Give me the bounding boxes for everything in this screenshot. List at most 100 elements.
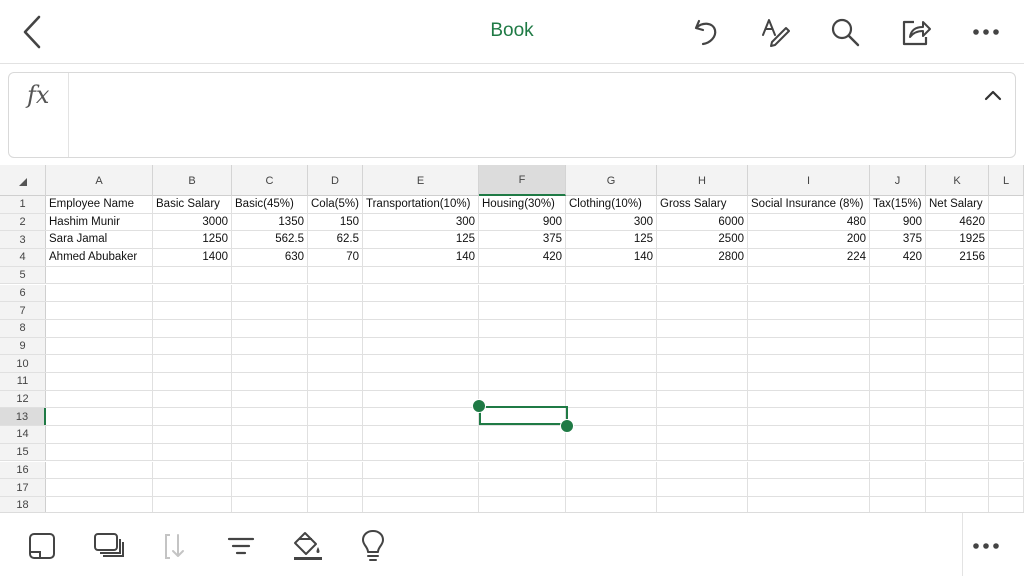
grid-cell[interactable]: 562.5 [232, 231, 308, 249]
grid-cell[interactable] [232, 479, 308, 496]
spreadsheet-grid[interactable]: ABCDEFGHIJKL 1 Employee Name Basic Salary B… [0, 165, 1024, 512]
grid-cell[interactable]: 70 [308, 249, 363, 266]
grid-cell[interactable] [657, 408, 748, 426]
grid-cell[interactable] [308, 355, 363, 372]
grid-cell[interactable]: Hashim Munir [46, 213, 153, 231]
grid-cell[interactable] [566, 461, 657, 479]
grid-cell[interactable] [989, 266, 1024, 284]
grid-cell[interactable] [308, 426, 363, 443]
grid-cell[interactable] [657, 390, 748, 408]
grid-cell[interactable] [989, 443, 1024, 461]
grid-cell[interactable] [870, 355, 926, 372]
grid-cell[interactable] [566, 443, 657, 461]
row-header[interactable]: 9 [0, 337, 46, 355]
back-icon[interactable] [14, 12, 50, 52]
grid-cell[interactable]: 375 [479, 231, 566, 249]
grid-cell[interactable] [479, 266, 566, 284]
grid-cell[interactable] [46, 408, 153, 426]
grid-cell[interactable] [308, 408, 363, 426]
grid-cell[interactable] [657, 266, 748, 284]
grid-cell[interactable]: 1250 [153, 231, 232, 249]
grid-cell[interactable]: Clothing(10%) [566, 196, 657, 213]
grid-cell[interactable] [479, 443, 566, 461]
column-header-e[interactable]: E [363, 165, 479, 196]
grid-cell[interactable] [989, 390, 1024, 408]
grid-cell[interactable]: 420 [870, 249, 926, 266]
grid-cell[interactable] [870, 479, 926, 496]
grid-cell[interactable] [153, 461, 232, 479]
grid-cell[interactable] [870, 284, 926, 302]
grid-cell[interactable] [926, 337, 989, 355]
grid-cell[interactable] [232, 337, 308, 355]
grid-cell[interactable] [479, 390, 566, 408]
grid-cell[interactable] [363, 373, 479, 390]
grid-cell[interactable] [926, 408, 989, 426]
text-edit-icon[interactable] [755, 12, 795, 52]
grid-cell[interactable]: Gross Salary [657, 196, 748, 213]
grid-cell[interactable] [926, 302, 989, 319]
grid-cell[interactable] [363, 390, 479, 408]
selection-handle-bottom-right[interactable] [560, 419, 574, 433]
grid-cell[interactable] [926, 319, 989, 337]
grid-cell[interactable] [989, 284, 1024, 302]
grid-cell[interactable] [153, 302, 232, 319]
grid-cell[interactable] [46, 426, 153, 443]
grid-cell[interactable] [870, 426, 926, 443]
grid-cell[interactable]: 200 [748, 231, 870, 249]
grid-cell[interactable]: Basic Salary [153, 196, 232, 213]
sheets-stack-icon[interactable] [89, 526, 129, 566]
grid-cell[interactable]: 300 [566, 213, 657, 231]
grid-cell[interactable] [153, 479, 232, 496]
grid-cell[interactable]: Basic(45%) [232, 196, 308, 213]
grid-cell[interactable] [989, 319, 1024, 337]
grid-cell[interactable] [232, 461, 308, 479]
undo-icon[interactable] [686, 12, 726, 52]
grid-cell[interactable] [46, 390, 153, 408]
grid-cell[interactable] [926, 284, 989, 302]
grid-cell[interactable] [153, 266, 232, 284]
grid-cell[interactable] [363, 443, 479, 461]
grid-cell[interactable] [748, 461, 870, 479]
grid-cell[interactable] [748, 337, 870, 355]
grid-cell[interactable] [46, 302, 153, 319]
select-all-corner[interactable] [0, 165, 46, 196]
grid-cell[interactable]: 2500 [657, 231, 748, 249]
grid-cell[interactable] [926, 461, 989, 479]
grid-cell[interactable] [232, 284, 308, 302]
row-header[interactable]: 8 [0, 319, 46, 337]
grid-cell[interactable] [926, 390, 989, 408]
grid-cell[interactable] [479, 319, 566, 337]
grid-cell[interactable] [989, 249, 1024, 266]
grid-cell[interactable] [153, 443, 232, 461]
row-header[interactable]: 16 [0, 461, 46, 479]
grid-cell[interactable]: 1350 [232, 213, 308, 231]
grid-cell[interactable]: 900 [479, 213, 566, 231]
grid-cell[interactable] [232, 408, 308, 426]
grid-cell[interactable] [657, 319, 748, 337]
row-header[interactable]: 1 [0, 196, 46, 213]
fill-color-icon[interactable] [288, 526, 328, 566]
grid-cell[interactable] [657, 461, 748, 479]
grid-cell[interactable] [926, 443, 989, 461]
row-header[interactable]: 7 [0, 302, 46, 319]
grid-cell[interactable] [479, 302, 566, 319]
share-icon[interactable] [896, 12, 936, 52]
grid-cell[interactable] [479, 461, 566, 479]
grid-cell[interactable] [46, 373, 153, 390]
grid-cell[interactable] [308, 266, 363, 284]
grid-cell[interactable] [308, 373, 363, 390]
grid-cell[interactable] [566, 496, 657, 512]
grid-cell[interactable] [566, 284, 657, 302]
column-header-c[interactable]: C [232, 165, 308, 196]
selection-handle-top-left[interactable] [472, 399, 486, 413]
grid-cell[interactable] [232, 302, 308, 319]
column-header-k[interactable]: K [926, 165, 989, 196]
grid-cell[interactable] [363, 479, 479, 496]
grid-cell[interactable] [363, 496, 479, 512]
grid-cell[interactable] [870, 373, 926, 390]
grid-cell[interactable] [308, 390, 363, 408]
grid-cell[interactable] [748, 443, 870, 461]
grid-cell[interactable]: 300 [363, 213, 479, 231]
grid-cell[interactable] [153, 284, 232, 302]
grid-cell[interactable] [479, 355, 566, 372]
